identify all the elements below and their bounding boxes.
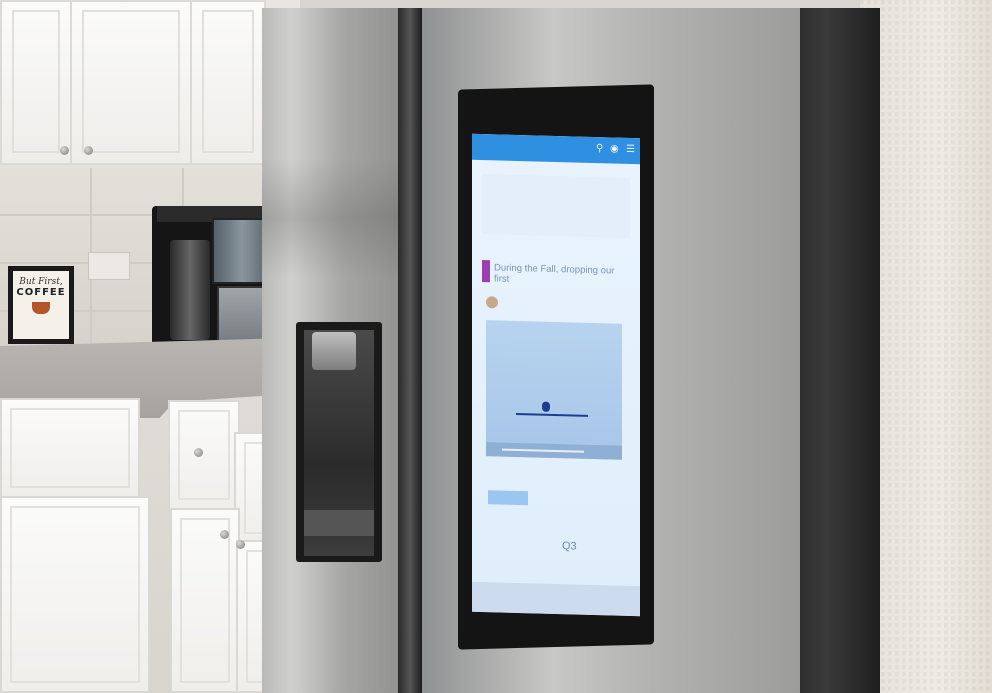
search-icon[interactable]: ⚲ [596, 143, 603, 154]
dispenser-lever[interactable] [312, 332, 356, 370]
menu-icon[interactable]: ☰ [626, 144, 635, 155]
post-text[interactable]: During the Fall, dropping our first [494, 262, 630, 288]
video-controls[interactable] [486, 442, 622, 460]
upper-cabinet-left [0, 0, 72, 165]
coffee-carafe [170, 240, 210, 340]
cabinet-knob [236, 540, 245, 549]
lower-cabinet-door [170, 508, 240, 693]
wall-outlet [88, 252, 130, 280]
video-content [516, 412, 588, 417]
drawer-left [0, 398, 140, 498]
door-gap [398, 8, 422, 693]
sign-line-1: But First, [19, 277, 63, 287]
sign-line-2: COFFEE [16, 287, 66, 298]
coffee-sign: But First, COFFEE [8, 266, 74, 344]
screen-bottom-strip [472, 581, 640, 617]
upper-cabinet-center [70, 0, 192, 165]
drawer-knob [194, 448, 203, 457]
cabinet-knob [84, 146, 93, 155]
mug-icon [32, 302, 50, 314]
screen-top-bar: ⚲ ◉ ☰ [472, 133, 640, 165]
avatar[interactable] [486, 296, 498, 309]
upper-cabinet-right [190, 0, 266, 165]
drawer-center [168, 400, 240, 510]
feed-card[interactable] [482, 174, 630, 238]
action-button[interactable] [488, 490, 528, 506]
drip-tray [304, 510, 374, 536]
lower-cabinet-left [0, 496, 150, 693]
fridge-side-panel [790, 8, 880, 693]
video-progress-bar[interactable] [502, 448, 584, 453]
family-hub-screen[interactable]: ⚲ ◉ ☰ During the Fall, dropping our firs… [472, 133, 640, 617]
cabinet-knob [60, 146, 69, 155]
bottom-label: Q3 [562, 540, 577, 553]
post-accent-bar [482, 260, 490, 283]
cabinet-knob [220, 530, 229, 539]
video-content [542, 401, 550, 412]
tag-icon[interactable]: ◉ [610, 143, 619, 154]
video-player[interactable] [486, 320, 622, 460]
